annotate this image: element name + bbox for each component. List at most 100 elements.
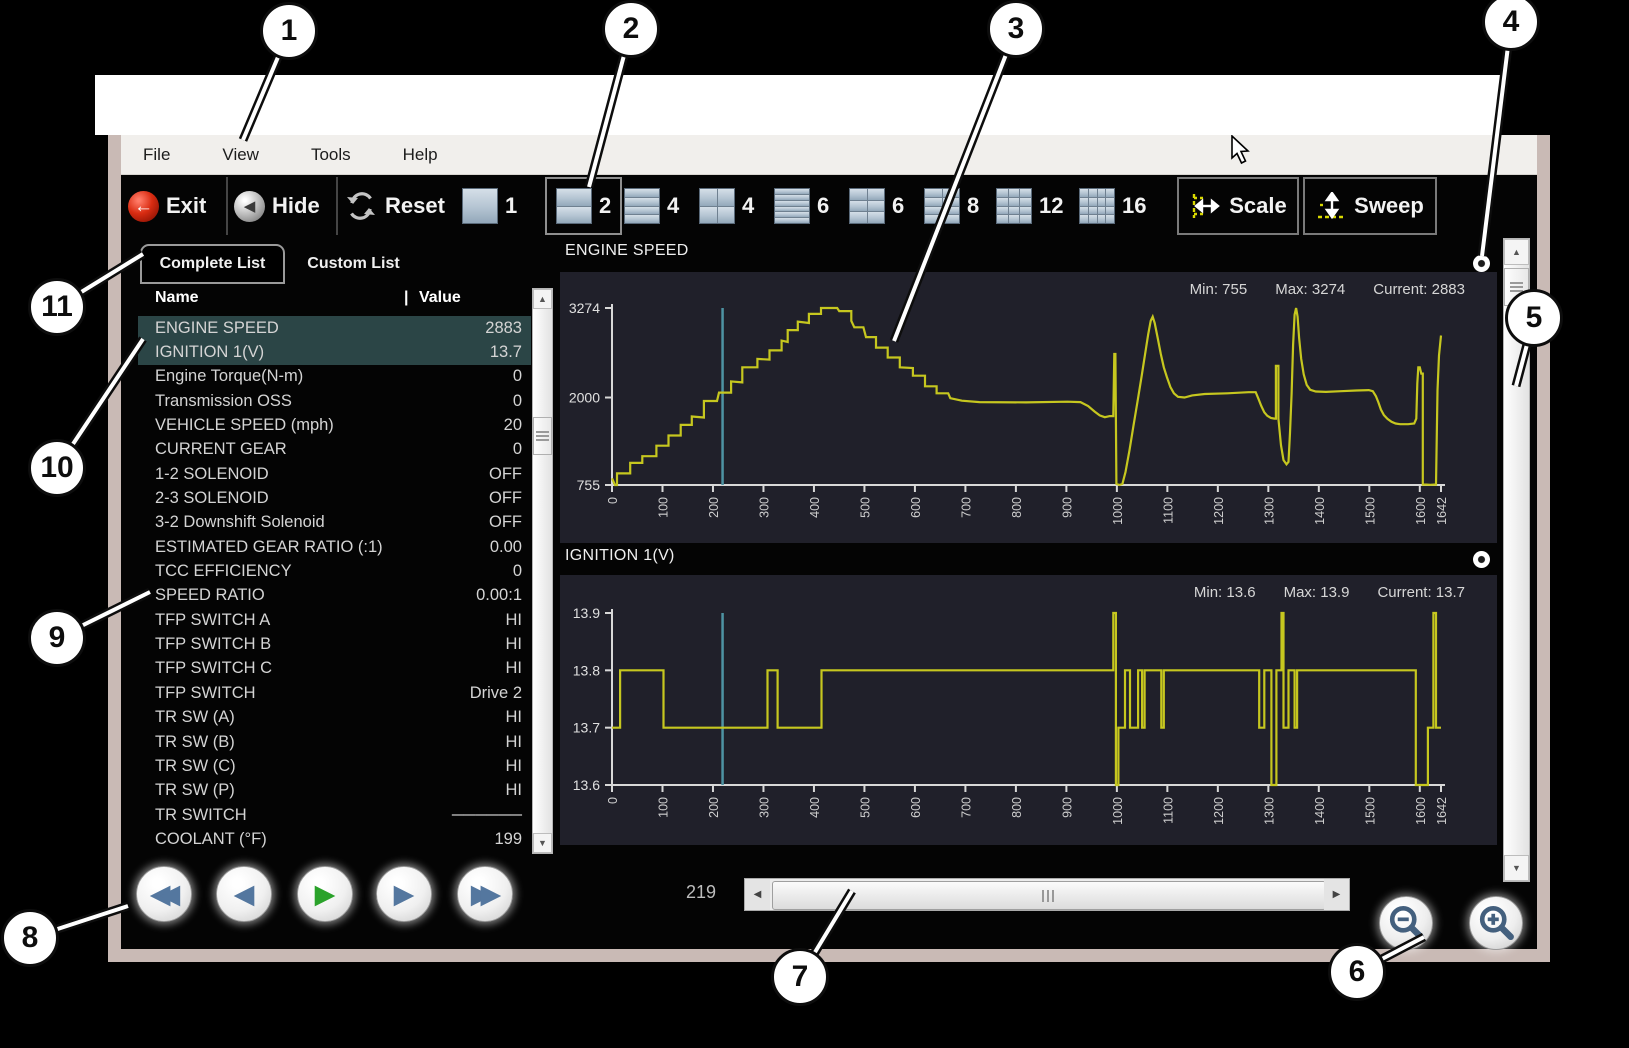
svg-text:1200: 1200 <box>1212 497 1226 525</box>
callout-3: 3 <box>987 0 1045 58</box>
table-scrollbar-down-button[interactable]: ▼ <box>533 833 552 853</box>
parameter-value: 199 <box>494 830 531 849</box>
hide-button[interactable]: ◀ Hide <box>234 177 320 235</box>
table-row[interactable]: 1-2 SOLENOID OFF <box>138 462 531 486</box>
table-scrollbar-thumb[interactable] <box>533 417 552 455</box>
grid-layout-button-4x3[interactable]: 12 <box>996 177 1063 235</box>
chart-options-dot-icon[interactable] <box>1473 255 1490 272</box>
grid-layout-label: 8 <box>967 193 979 219</box>
table-scrollbar-up-button[interactable]: ▲ <box>533 289 552 309</box>
table-row[interactable]: SPEED RATIO 0.00:1 <box>138 584 531 608</box>
menu-item-file[interactable]: File <box>143 145 170 165</box>
table-row[interactable]: ENGINE SPEED 2883 <box>138 316 531 340</box>
table-row[interactable]: TFP SWITCH Drive 2 <box>138 681 531 705</box>
table-row[interactable]: TCC EFFICIENCY 0 <box>138 559 531 583</box>
grid-layout-icon <box>462 188 498 224</box>
parameter-value: 0.00 <box>490 538 531 557</box>
fast-forward-button[interactable]: ▶▶ <box>457 866 513 922</box>
sweep-button[interactable]: Sweep <box>1303 177 1437 235</box>
table-row[interactable]: 3-2 Downshift Solenoid OFF <box>138 511 531 535</box>
svg-text:100: 100 <box>656 497 670 518</box>
table-row[interactable]: TFP SWITCH A HI <box>138 608 531 632</box>
svg-text:700: 700 <box>959 497 973 518</box>
grid-layout-button-2x1[interactable]: 2 <box>545 177 622 235</box>
menu-item-help[interactable]: Help <box>403 145 438 165</box>
parameter-value: 2883 <box>485 319 531 338</box>
svg-text:300: 300 <box>757 797 771 818</box>
table-row[interactable]: TR SW (B) HI <box>138 730 531 754</box>
play-button[interactable]: ▶ <box>297 866 353 922</box>
table-row[interactable]: TFP SWITCH B HI <box>138 632 531 656</box>
table-row[interactable]: TFP SWITCH C HI <box>138 657 531 681</box>
table-row[interactable]: IGNITION 1(V) 13.7 <box>138 340 531 364</box>
engine-speed-chart-panel[interactable]: Min: 755 Max: 3274 Current: 2883 3274200… <box>560 272 1497 543</box>
timeline-scrollbar-thumb[interactable] <box>772 881 1326 910</box>
grid-layout-button-4x2[interactable]: 8 <box>924 177 979 235</box>
zoom-in-button[interactable] <box>1469 896 1523 950</box>
table-row[interactable]: TR SWITCH ────── <box>138 803 531 827</box>
timeline-scroll-left-button[interactable]: ◀ <box>745 879 770 910</box>
step-forward-icon: ▶ <box>394 881 415 908</box>
svg-text:755: 755 <box>577 477 601 493</box>
table-row[interactable]: Engine Torque(N-m) 0 <box>138 365 531 389</box>
svg-text:1500: 1500 <box>1363 497 1377 525</box>
tab-complete-list[interactable]: Complete List <box>140 244 285 284</box>
parameter-name: COOLANT (°F) <box>138 830 494 849</box>
rewind-button[interactable]: ◀◀ <box>136 866 192 922</box>
parameter-name: VEHICLE SPEED (mph) <box>138 416 504 435</box>
menu-item-tools[interactable]: Tools <box>311 145 351 165</box>
tab-custom-list[interactable]: Custom List <box>296 244 411 284</box>
grid-layout-icon <box>774 188 810 224</box>
engine-speed-chart-plot[interactable]: 3274200075501002003004005006007008009001… <box>560 272 1497 543</box>
menu-item-view[interactable]: View <box>222 145 259 165</box>
grid-layout-label: 1 <box>505 193 517 219</box>
svg-text:13.7: 13.7 <box>573 720 600 736</box>
table-row[interactable]: COOLANT (°F) 199 <box>138 827 531 851</box>
grid-layout-button-4x1[interactable]: 4 <box>624 177 679 235</box>
grid-layout-button-6x1[interactable]: 6 <box>774 177 829 235</box>
grid-layout-label: 6 <box>892 193 904 219</box>
chart-scrollbar-up-button[interactable]: ▲ <box>1504 239 1529 265</box>
grid-layout-button-1x1[interactable]: 1 <box>462 177 517 235</box>
table-row[interactable]: TR SW (A) HI <box>138 706 531 730</box>
ignition-chart-plot[interactable]: 13.913.813.713.6010020030040050060070080… <box>560 575 1497 845</box>
grid-layout-button-4x4[interactable]: 16 <box>1079 177 1146 235</box>
chart-options-dot-icon[interactable] <box>1473 551 1490 568</box>
svg-text:2000: 2000 <box>569 390 600 406</box>
table-row[interactable]: CURRENT GEAR 0 <box>138 438 531 462</box>
svg-text:300: 300 <box>757 497 771 518</box>
grid-layout-button-2x2[interactable]: 4 <box>699 177 754 235</box>
left-arrow-icon: ◀ <box>754 889 762 900</box>
table-row[interactable]: Transmission OSS 0 <box>138 389 531 413</box>
parameter-name: CURRENT GEAR <box>138 440 513 459</box>
zoom-out-button[interactable] <box>1379 896 1433 950</box>
grid-layout-label: 4 <box>667 193 679 219</box>
timeline-scrollbar[interactable]: ◀ ▶ <box>744 878 1350 911</box>
current-stat: Current: 13.7 <box>1377 584 1465 601</box>
table-scrollbar[interactable]: ▲ ▼ <box>532 288 553 854</box>
svg-text:1300: 1300 <box>1262 497 1276 525</box>
table-row[interactable]: 2-3 SOLENOID OFF <box>138 486 531 510</box>
ignition-chart-panel[interactable]: Min: 13.6 Max: 13.9 Current: 13.7 13.913… <box>560 575 1497 845</box>
chart-scrollbar-down-button[interactable]: ▼ <box>1504 855 1529 881</box>
timeline-scroll-right-button[interactable]: ▶ <box>1324 879 1349 910</box>
scrollbar-grip <box>1042 890 1056 902</box>
exit-button[interactable]: ← Exit <box>128 177 206 235</box>
table-row[interactable]: ESTIMATED GEAR RATIO (:1) 0.00 <box>138 535 531 559</box>
parameter-value: 20 <box>504 416 531 435</box>
table-row[interactable]: VEHICLE SPEED (mph) 20 <box>138 413 531 437</box>
step-back-button[interactable]: ◀ <box>216 866 272 922</box>
table-row[interactable]: TR SW (C) HI <box>138 754 531 778</box>
reset-button[interactable]: Reset <box>344 177 445 235</box>
table-row[interactable]: TR SW (P) HI <box>138 779 531 803</box>
reset-icon <box>344 191 378 221</box>
svg-text:1100: 1100 <box>1161 497 1175 524</box>
grid-layout-button-3x2[interactable]: 6 <box>849 177 904 235</box>
parameter-value: OFF <box>489 513 531 532</box>
svg-text:200: 200 <box>707 797 721 818</box>
parameter-value: Drive 2 <box>470 684 531 703</box>
step-forward-button[interactable]: ▶ <box>376 866 432 922</box>
ignition-chart-title: IGNITION 1(V) <box>565 547 675 565</box>
scale-button[interactable]: Scale <box>1177 177 1299 235</box>
scrollbar-grip <box>536 431 549 441</box>
